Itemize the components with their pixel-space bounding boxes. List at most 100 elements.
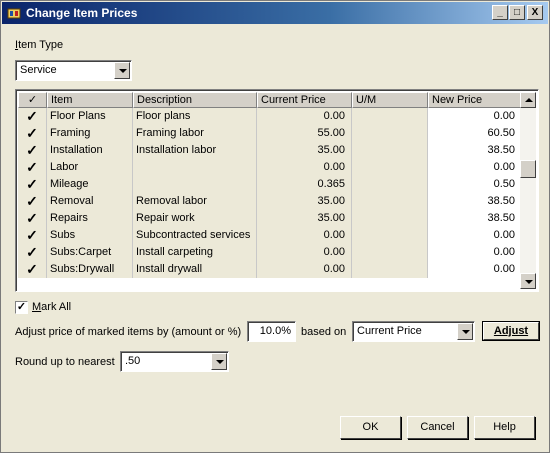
row-um[interactable]: [352, 142, 428, 159]
column-header-um[interactable]: U/M: [352, 92, 428, 108]
row-check-icon[interactable]: ✓: [18, 193, 47, 210]
table-row[interactable]: ✓ Subs:Carpet Install carpeting 0.00 0.00: [18, 244, 522, 261]
row-item: Installation: [47, 142, 133, 159]
row-new-price[interactable]: 0.00: [428, 244, 522, 261]
row-um[interactable]: [352, 176, 428, 193]
row-description: Install drywall: [133, 261, 257, 278]
item-type-dropdown[interactable]: Service: [15, 60, 132, 81]
table-row[interactable]: ✓ Framing Framing labor 55.00 60.50: [18, 125, 522, 142]
row-current-price: 0.365: [257, 176, 352, 193]
adjust-price-label: Adjust price of marked items by (amount …: [15, 326, 242, 338]
table-row[interactable]: ✓ Subs:Drywall Install drywall 0.00 0.00: [18, 261, 522, 278]
row-item: Subs:Carpet: [47, 244, 133, 261]
table-row[interactable]: ✓ Floor Plans Floor plans 0.00 0.00: [18, 108, 522, 125]
column-header-description[interactable]: Description: [133, 92, 257, 108]
column-header-item[interactable]: Item: [47, 92, 133, 108]
scroll-down-button[interactable]: [520, 273, 536, 289]
row-check-icon[interactable]: ✓: [18, 227, 47, 244]
row-um[interactable]: [352, 193, 428, 210]
row-current-price: 55.00: [257, 125, 352, 142]
row-check-icon[interactable]: ✓: [18, 125, 47, 142]
column-header-current-price[interactable]: Current Price: [257, 92, 352, 108]
row-new-price[interactable]: 60.50: [428, 125, 522, 142]
row-item: Subs:Drywall: [47, 261, 133, 278]
row-description: [133, 176, 257, 193]
chevron-down-icon[interactable]: [211, 353, 227, 370]
maximize-button[interactable]: □: [509, 5, 525, 20]
column-header-new-price[interactable]: New Price: [428, 92, 522, 108]
items-table[interactable]: ✓ Item Description Current Price U/M New…: [15, 89, 539, 292]
row-um[interactable]: [352, 210, 428, 227]
title-bar[interactable]: Change Item Prices _ □ X: [2, 2, 548, 24]
row-item: Framing: [47, 125, 133, 142]
row-description: Install carpeting: [133, 244, 257, 261]
adjust-button[interactable]: Adjust: [482, 321, 540, 341]
row-um[interactable]: [352, 244, 428, 261]
row-new-price[interactable]: 38.50: [428, 210, 522, 227]
table-row[interactable]: ✓ Labor 0.00 0.00: [18, 159, 522, 176]
row-um[interactable]: [352, 261, 428, 278]
app-icon: [7, 8, 21, 19]
row-new-price[interactable]: 0.00: [428, 261, 522, 278]
table-row[interactable]: ✓ Subs Subcontracted services 0.00 0.00: [18, 227, 522, 244]
adjust-amount-input[interactable]: 10.0%: [247, 321, 296, 342]
minimize-button[interactable]: _: [492, 5, 508, 20]
close-button[interactable]: X: [527, 5, 543, 20]
row-current-price: 0.00: [257, 261, 352, 278]
row-new-price[interactable]: 0.50: [428, 176, 522, 193]
row-current-price: 0.00: [257, 159, 352, 176]
item-type-label: Item Type: [15, 39, 64, 51]
table-row[interactable]: ✓ Mileage 0.365 0.50: [18, 176, 522, 193]
help-button[interactable]: Help: [474, 416, 535, 439]
row-check-icon[interactable]: ✓: [18, 142, 47, 159]
row-check-icon[interactable]: ✓: [18, 176, 47, 193]
row-description: [133, 159, 257, 176]
based-on-dropdown[interactable]: Current Price: [352, 321, 475, 342]
row-item: Floor Plans: [47, 108, 133, 125]
table-row[interactable]: ✓ Removal Removal labor 35.00 38.50: [18, 193, 522, 210]
scroll-thumb[interactable]: [520, 160, 536, 178]
table-row[interactable]: ✓ Installation Installation labor 35.00 38.5…: [18, 142, 522, 159]
table-header: ✓ Item Description Current Price U/M New…: [18, 92, 522, 108]
row-current-price: 35.00: [257, 193, 352, 210]
scroll-up-button[interactable]: [520, 92, 536, 108]
row-check-icon[interactable]: ✓: [18, 261, 47, 278]
round-up-value: .50: [125, 355, 141, 367]
row-description: Framing labor: [133, 125, 257, 142]
chevron-down-icon[interactable]: [457, 323, 473, 340]
ok-button[interactable]: OK: [340, 416, 401, 439]
chevron-down-icon[interactable]: [114, 62, 130, 79]
row-current-price: 35.00: [257, 210, 352, 227]
cancel-button[interactable]: Cancel: [407, 416, 468, 439]
row-current-price: 0.00: [257, 244, 352, 261]
row-um[interactable]: [352, 159, 428, 176]
based-on-label: based on: [301, 326, 347, 338]
row-check-icon[interactable]: ✓: [18, 108, 47, 125]
row-check-icon[interactable]: ✓: [18, 210, 47, 227]
row-item: Labor: [47, 159, 133, 176]
row-um[interactable]: [352, 227, 428, 244]
row-current-price: 35.00: [257, 142, 352, 159]
row-check-icon[interactable]: ✓: [18, 159, 47, 176]
row-new-price[interactable]: 0.00: [428, 227, 522, 244]
item-type-value: Service: [20, 64, 57, 76]
row-new-price[interactable]: 0.00: [428, 108, 522, 125]
row-description: Removal labor: [133, 193, 257, 210]
row-um[interactable]: [352, 108, 428, 125]
row-description: Floor plans: [133, 108, 257, 125]
row-new-price[interactable]: 38.50: [428, 193, 522, 210]
mark-all-checkbox[interactable]: ✓: [15, 301, 28, 314]
round-up-dropdown[interactable]: .50: [120, 351, 229, 372]
row-new-price[interactable]: 0.00: [428, 159, 522, 176]
row-check-icon[interactable]: ✓: [18, 244, 47, 261]
based-on-value: Current Price: [357, 325, 422, 337]
row-item: Repairs: [47, 210, 133, 227]
column-header-check[interactable]: ✓: [18, 92, 47, 108]
mark-all-label[interactable]: Mark All: [32, 301, 71, 313]
row-new-price[interactable]: 38.50: [428, 142, 522, 159]
row-um[interactable]: [352, 125, 428, 142]
table-row[interactable]: ✓ Repairs Repair work 35.00 38.50: [18, 210, 522, 227]
row-current-price: 0.00: [257, 108, 352, 125]
vertical-scrollbar[interactable]: [520, 92, 536, 289]
row-description: Repair work: [133, 210, 257, 227]
